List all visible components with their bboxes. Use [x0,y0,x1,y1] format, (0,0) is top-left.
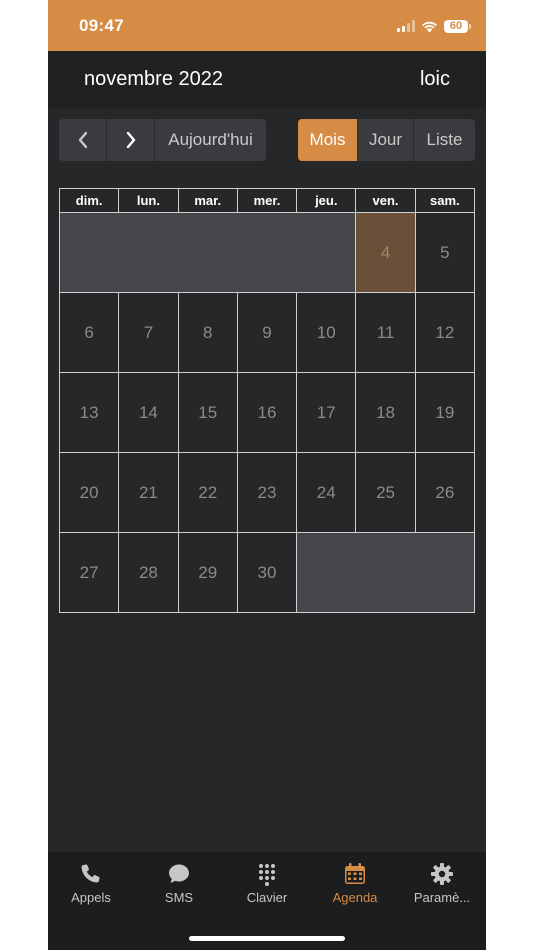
day-cell[interactable]: 28 [118,532,179,613]
day-cell[interactable]: 30 [236,532,298,613]
weekday-header: lun. [118,188,179,213]
gear-icon [431,863,453,885]
next-month-button[interactable] [107,119,155,161]
month-title: novembre 2022 [84,68,223,90]
day-cell[interactable]: 7 [118,292,179,373]
prev-month-button[interactable] [59,119,107,161]
day-cell[interactable]: 8 [177,292,238,373]
week-row: 27 28 29 30 [58,532,475,613]
tab-label: Paramè... [413,890,471,905]
status-bar: 09:47 60 [48,0,486,51]
tab-agenda[interactable]: Agenda [315,862,395,905]
day-cell[interactable]: 25 [355,452,416,533]
tab-label: SMS [164,890,194,905]
empty-day-cell [296,532,475,613]
day-cell[interactable]: 20 [58,452,120,533]
tab-sms[interactable]: SMS [139,862,219,905]
weekday-header-row: dim. lun. mar. mer. jeu. ven. sam. [58,188,476,213]
week-row: 6 7 8 9 10 11 12 [58,292,476,373]
day-cell[interactable]: 10 [296,292,357,373]
day-cell[interactable]: 29 [177,532,238,613]
day-cell[interactable]: 6 [58,292,120,373]
week-row: 4 5 [58,212,476,293]
day-cell[interactable]: 12 [414,292,476,373]
day-cell[interactable]: 13 [58,372,120,453]
day-cell[interactable]: 19 [414,372,476,453]
day-cell[interactable]: 17 [296,372,357,453]
user-name[interactable]: loic [420,68,450,91]
day-cell[interactable]: 23 [236,452,298,533]
tab-parametres[interactable]: Paramè... [402,862,482,905]
nav-button-group: Aujourd'hui [59,119,266,161]
tab-clavier[interactable]: Clavier [227,862,307,905]
week-row: 20 21 22 23 24 25 26 [58,452,476,533]
keypad-icon [259,864,275,886]
day-cell[interactable]: 21 [118,452,179,533]
day-cell[interactable]: 5 [414,212,476,293]
phone-screen: 09:47 60 novembre 2022 loic Aujourd'hui … [48,0,486,950]
day-cell[interactable]: 14 [118,372,179,453]
chevron-left-icon [78,131,87,149]
tab-label: Agenda [332,890,378,905]
day-cell[interactable]: 11 [355,292,416,373]
wifi-icon [422,21,437,32]
weekday-header: mar. [177,188,238,213]
chat-bubble-icon [169,864,189,883]
day-cell[interactable]: 27 [58,532,120,613]
day-cell[interactable]: 18 [355,372,416,453]
tab-label: Appels [71,890,111,905]
weekday-header: dim. [58,188,120,213]
status-icons: 60 [397,17,471,35]
week-row: 13 14 15 16 17 18 19 [58,372,476,453]
weekday-header: jeu. [296,188,357,213]
day-cell[interactable]: 24 [296,452,357,533]
empty-day-cell [58,212,357,293]
signal-icon [397,20,415,32]
calendar-icon [345,863,365,884]
tab-appels[interactable]: Appels [51,862,131,905]
weekday-header: ven. [355,188,416,213]
chevron-right-icon [126,131,135,149]
day-cell[interactable]: 15 [177,372,238,453]
view-month-button[interactable]: Mois [298,119,358,161]
status-time: 09:47 [79,16,124,35]
app-header: novembre 2022 loic [48,51,486,108]
view-button-group: Mois Jour Liste [298,119,475,161]
day-cell[interactable]: 22 [177,452,238,533]
battery-icon: 60 [444,19,471,33]
month-calendar: dim. lun. mar. mer. jeu. ven. sam. 4 5 6… [58,188,476,613]
weekday-header: sam. [414,188,476,213]
view-list-button[interactable]: Liste [414,119,475,161]
day-cell-today[interactable]: 4 [355,212,416,293]
tab-label: Clavier [246,890,288,905]
weekday-header: mer. [236,188,298,213]
today-button[interactable]: Aujourd'hui [155,119,266,161]
day-cell[interactable]: 9 [236,292,298,373]
day-cell[interactable]: 16 [236,372,298,453]
home-indicator [189,936,345,941]
view-day-button[interactable]: Jour [358,119,414,161]
phone-icon [81,864,100,883]
day-cell[interactable]: 26 [414,452,476,533]
